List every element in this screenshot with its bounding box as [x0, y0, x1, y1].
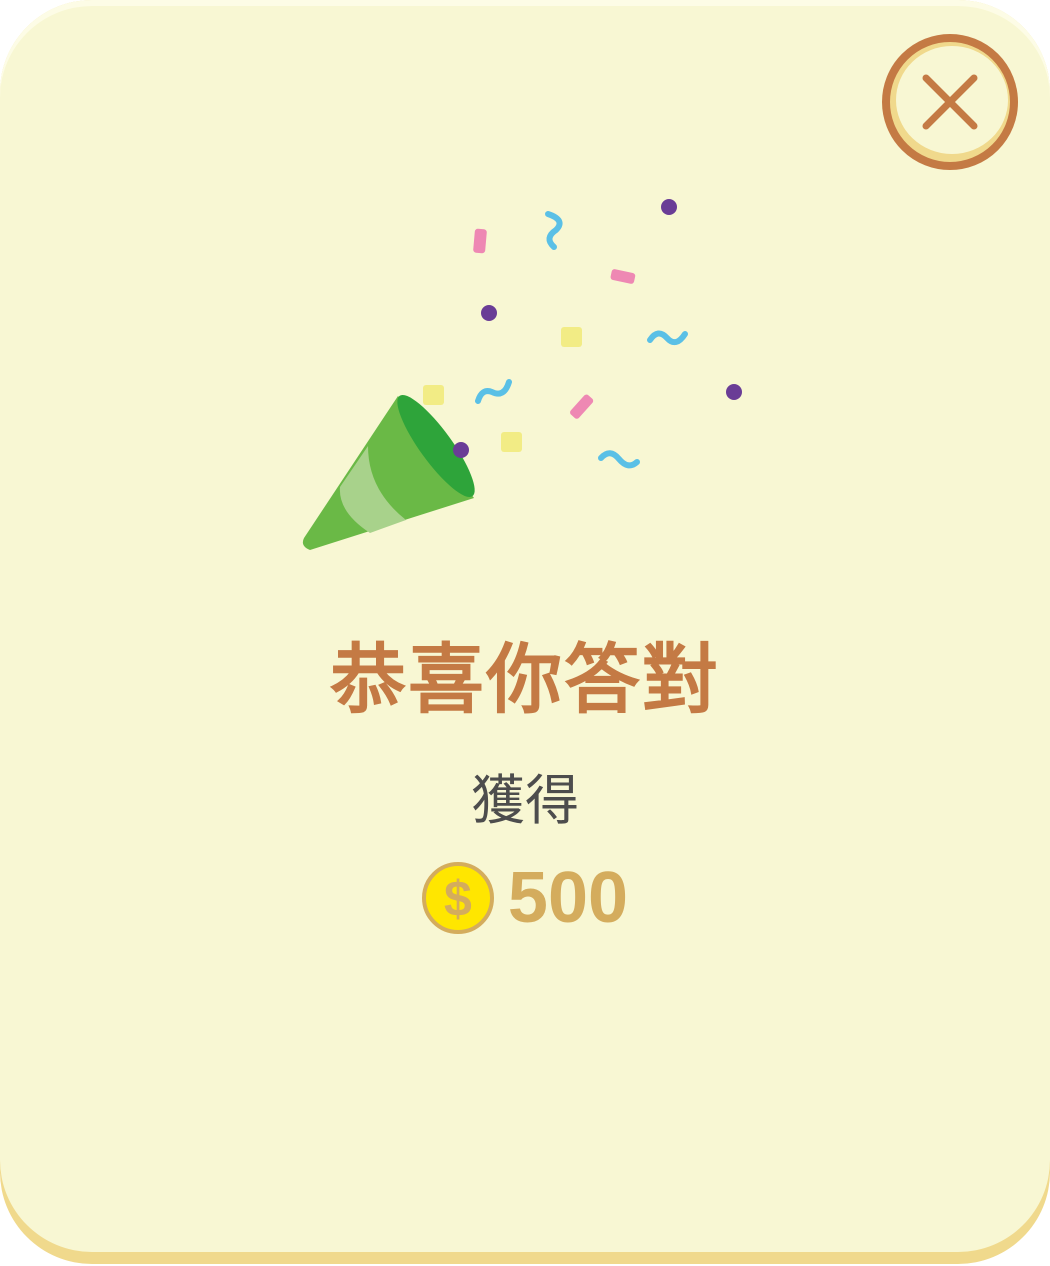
confetti-strip [570, 394, 594, 419]
confetti-strip [610, 269, 636, 284]
confetti-dot [481, 305, 497, 321]
reward-amount-row: $ 500 [0, 858, 1050, 938]
dollar-coin-icon: $ [421, 862, 494, 934]
confetti-dot [661, 199, 677, 215]
confetti-square [501, 432, 522, 452]
success-title: 恭喜你答對 [330, 635, 720, 724]
reward-dialog: 恭喜你答對 獲得 $ 500 [0, 0, 1050, 1266]
confetti-square [561, 327, 582, 347]
reward-amount: 500 [507, 858, 629, 938]
confetti-dot [453, 442, 469, 458]
popper-cone [302, 394, 475, 550]
confetti-squiggle [475, 379, 512, 404]
confetti-dot [726, 384, 742, 400]
confetti-strip [473, 228, 487, 254]
party-popper-icon [302, 199, 742, 550]
confetti-squiggle [545, 211, 563, 250]
coin-symbol: $ [444, 871, 472, 927]
confetti-squiggle [598, 450, 640, 469]
confetti-squiggle [647, 330, 688, 346]
reward-label: 獲得 [471, 769, 579, 832]
confetti-square [423, 385, 444, 405]
